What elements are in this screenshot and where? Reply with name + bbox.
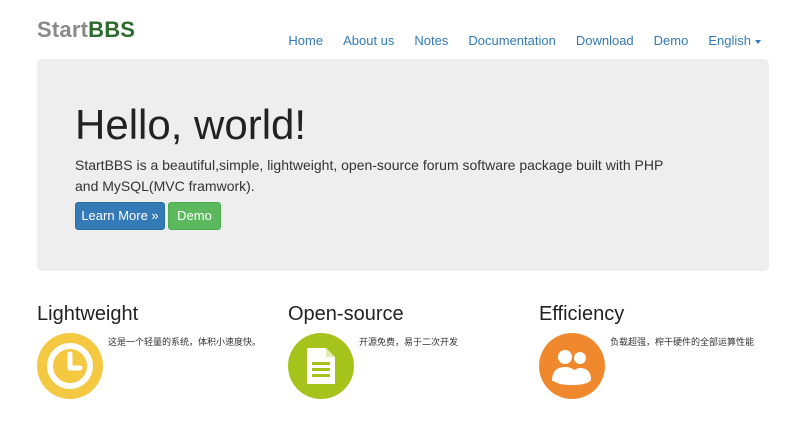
jumbotron-title: Hello, world!: [75, 101, 307, 148]
users-icon: [539, 333, 605, 399]
brand-part1: Start: [37, 17, 89, 42]
caret-down-icon: [755, 39, 761, 44]
learn-more-button[interactable]: Learn More »: [75, 202, 165, 230]
feature-description: 开源免费，易于二次开发: [359, 337, 459, 347]
brand-logo[interactable]: StartBBS: [37, 15, 135, 45]
feature-description: 这是一个轻量的系统，体积小速度快。: [108, 337, 262, 347]
clock-icon: [37, 333, 103, 399]
language-label: English: [708, 33, 751, 48]
brand-part2: BBS: [88, 17, 136, 42]
language-dropdown[interactable]: English: [698, 30, 761, 52]
feature-open-source: Open-source 开源免费，易于二次开发: [288, 300, 528, 410]
feature-title: Efficiency: [539, 303, 625, 325]
nav-about-us[interactable]: About us: [333, 30, 404, 52]
nav-download[interactable]: Download: [566, 30, 644, 52]
feature-title: Open-source: [288, 303, 404, 325]
nav-home[interactable]: Home: [278, 30, 333, 52]
nav-notes[interactable]: Notes: [404, 30, 458, 52]
feature-title: Lightweight: [37, 303, 139, 325]
page: StartBBS Home About us Notes Documentati…: [0, 0, 806, 421]
jumbotron-description: StartBBS is a beautiful,simple, lightwei…: [75, 157, 664, 194]
feature-lightweight: Lightweight 这是一个轻量的系统，体积小速度快。: [37, 300, 277, 410]
main-nav: Home About us Notes Documentation Downlo…: [278, 30, 761, 52]
nav-documentation[interactable]: Documentation: [458, 30, 565, 52]
jumbotron: Hello, world! StartBBS is a beautiful,si…: [37, 59, 769, 271]
feature-description: 负载超强，榨干硬件的全部运算性能: [610, 337, 755, 347]
nav-demo[interactable]: Demo: [644, 30, 699, 52]
demo-button[interactable]: Demo: [168, 202, 221, 230]
document-icon: [288, 333, 354, 399]
feature-efficiency: Efficiency 负载超强，榨干硬件的全部运算性能: [539, 300, 779, 410]
